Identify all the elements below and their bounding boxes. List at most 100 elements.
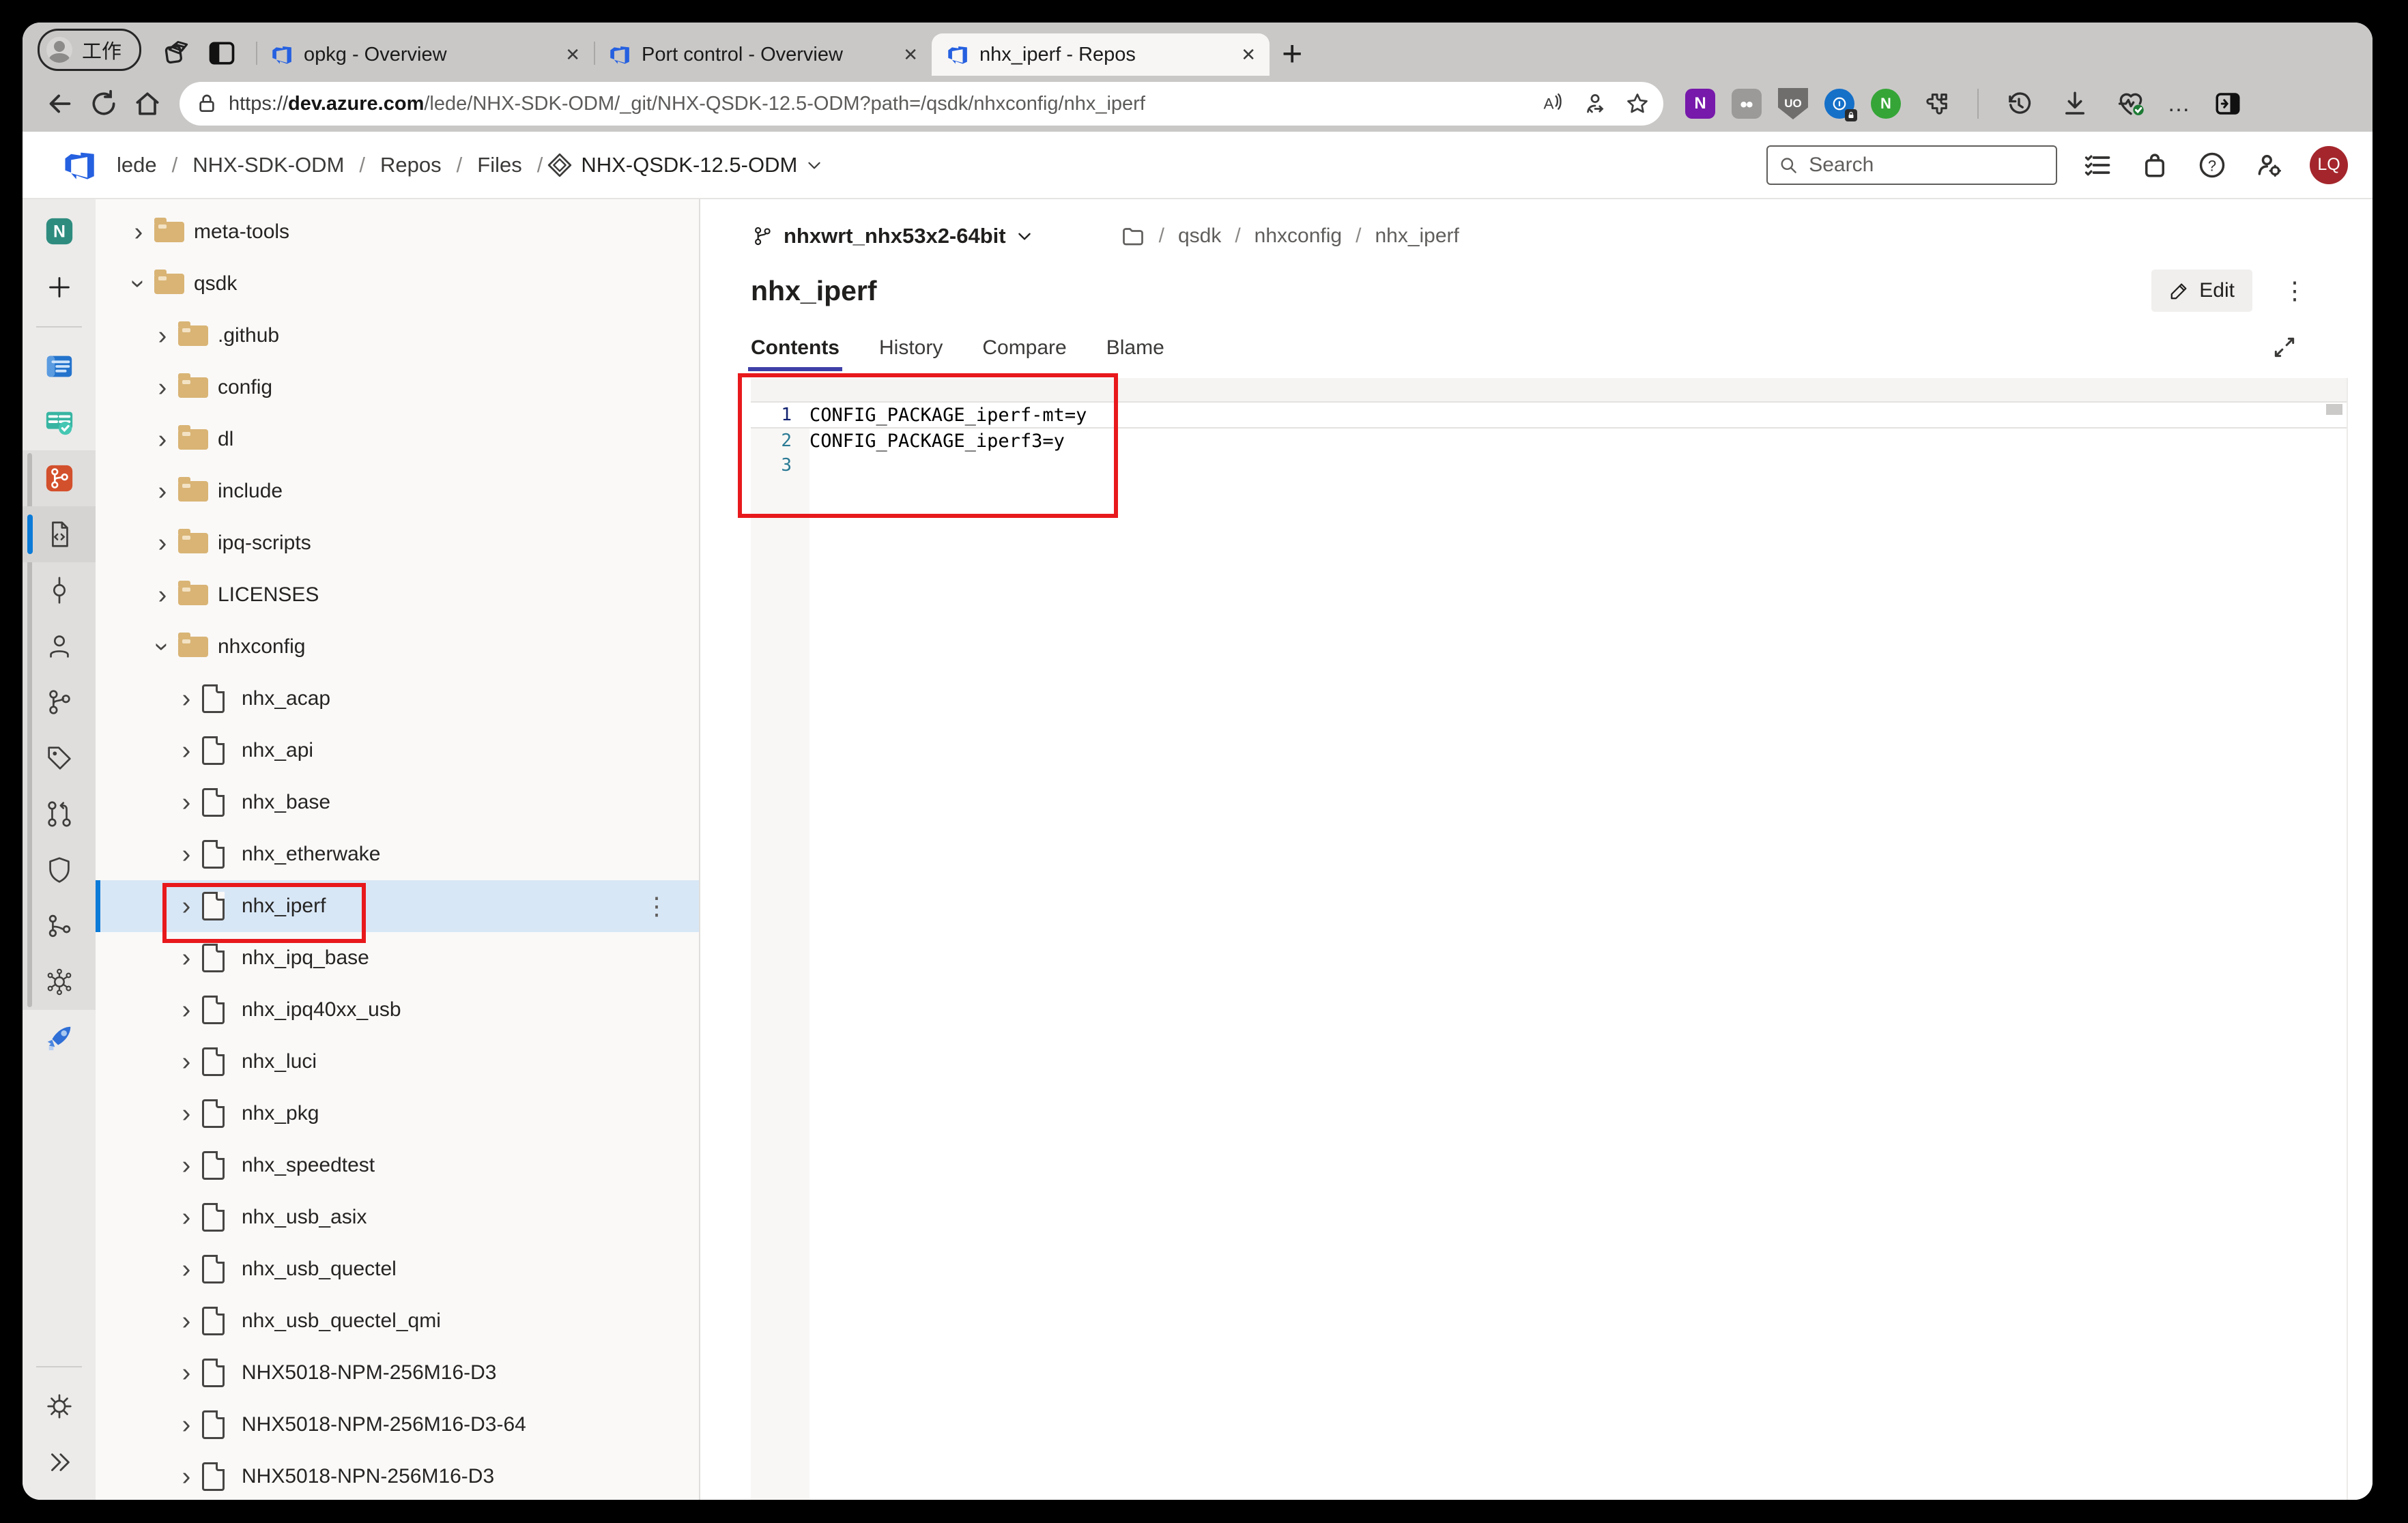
tree-item[interactable]: › nhx_base ⋮ (96, 777, 699, 828)
browser-profile-button[interactable]: 工作 (38, 29, 141, 71)
tree-chevron-icon[interactable]: › (171, 1049, 202, 1075)
tree-item[interactable]: › nhx_pkg ⋮ (96, 1088, 699, 1140)
tree-chevron-icon[interactable]: › (171, 1152, 202, 1178)
tree-chevron-icon[interactable]: › (147, 375, 178, 401)
tree-chevron-icon[interactable]: › (149, 631, 175, 663)
tree-item[interactable]: › nhxconfig ⋮ (96, 621, 699, 673)
read-aloud-icon[interactable]: A (1540, 91, 1565, 116)
tree-chevron-icon[interactable]: › (171, 738, 202, 764)
tree-item[interactable]: › nhx_usb_quectel_qmi ⋮ (96, 1295, 699, 1347)
browser-tab[interactable]: Port control - Overview ✕ (594, 33, 932, 76)
code-line[interactable]: 3 (751, 453, 2347, 478)
tree-chevron-icon[interactable]: › (147, 323, 178, 349)
address-bar[interactable]: https://dev.azure.com/lede/NHX-SDK-ODM/_… (180, 82, 1663, 126)
tree-item[interactable]: › ipq-scripts ⋮ (96, 517, 699, 569)
tree-item[interactable]: › nhx_ipq40xx_usb ⋮ (96, 984, 699, 1036)
tree-chevron-icon[interactable]: › (171, 841, 202, 867)
tab-close-icon[interactable]: ✕ (1241, 44, 1256, 66)
help-icon[interactable]: ? (2195, 148, 2229, 182)
tree-chevron-icon[interactable]: › (147, 530, 178, 556)
sidebar-expand-button[interactable] (23, 1434, 96, 1490)
tree-chevron-icon[interactable]: › (171, 1204, 202, 1230)
sidebar-item-pipelines[interactable] (23, 1010, 96, 1066)
browser-tab[interactable]: opkg - Overview ✕ (256, 33, 594, 76)
tree-chevron-icon[interactable]: › (171, 1101, 202, 1127)
tree-chevron-icon[interactable]: › (147, 478, 178, 504)
fullscreen-expand-icon[interactable] (2271, 334, 2297, 360)
file-more-options-icon[interactable]: ⋮ (2282, 276, 2307, 305)
edit-button[interactable]: Edit (2151, 270, 2252, 312)
tree-item[interactable]: › nhx_api ⋮ (96, 725, 699, 777)
browser-essentials-icon[interactable] (2111, 84, 2151, 124)
sidebar-project-avatar[interactable] (23, 203, 96, 259)
sidebar-item-repos-commits[interactable] (23, 562, 96, 618)
split-screen-icon[interactable] (2208, 84, 2248, 124)
tree-chevron-icon[interactable]: › (171, 686, 202, 712)
ublock-extension-icon[interactable]: UO (1778, 88, 1808, 119)
url-text[interactable]: https://dev.azure.com/lede/NHX-SDK-ODM/_… (229, 93, 1530, 115)
history-icon[interactable] (1999, 84, 2039, 124)
tree-item[interactable]: › LICENSES ⋮ (96, 569, 699, 621)
tree-chevron-icon[interactable]: › (147, 426, 178, 452)
onenote-extension-icon[interactable]: N (1685, 89, 1715, 119)
tree-item[interactable]: › include ⋮ (96, 465, 699, 517)
tab-close-icon[interactable]: ✕ (565, 44, 580, 66)
back-icon[interactable] (40, 84, 80, 124)
tree-item[interactable]: › nhx_acap ⋮ (96, 673, 699, 725)
new-tab-button[interactable]: + (1282, 36, 1302, 72)
settings-more-icon[interactable]: … (2167, 91, 2192, 117)
branch-selector[interactable]: nhxwrt_nhx53x2-64bit (751, 224, 1033, 248)
tree-chevron-icon[interactable]: › (171, 789, 202, 815)
breadcrumb-item[interactable]: NHX-SDK-ODM (192, 153, 344, 177)
search-input[interactable] (1807, 153, 2045, 177)
code-line[interactable]: 1 CONFIG_PACKAGE_iperf-mt=y (751, 401, 2347, 429)
tree-chevron-icon[interactable]: › (123, 219, 154, 245)
refresh-icon[interactable] (84, 84, 124, 124)
tree-item[interactable]: › NHX5018-NPM-256M16-D3 ⋮ (96, 1347, 699, 1399)
tree-chevron-icon[interactable]: › (171, 945, 202, 971)
sidebar-item-environments[interactable] (23, 954, 96, 1010)
sidebar-item-repos-forks[interactable] (23, 898, 96, 954)
tree-item[interactable]: › meta-tools ⋮ (96, 206, 699, 258)
repo-selector[interactable]: NHX-QSDK-12.5-ODM (547, 152, 823, 178)
tree-chevron-icon[interactable]: › (171, 1256, 202, 1282)
tree-item[interactable]: › .github ⋮ (96, 310, 699, 362)
tree-item[interactable]: › qsdk ⋮ (96, 258, 699, 310)
sidebar-item-repos-pushes[interactable] (23, 618, 96, 674)
workspaces-icon[interactable] (159, 35, 195, 71)
marketplace-bag-icon[interactable] (2138, 148, 2172, 182)
breadcrumb-item[interactable]: Repos (380, 153, 442, 177)
code-line[interactable]: 2 CONFIG_PACKAGE_iperf3=y (751, 429, 2347, 453)
tree-item-more-icon[interactable]: ⋮ (644, 892, 669, 920)
sidebar-item-repos[interactable] (23, 450, 96, 506)
sidebar-add-button[interactable] (23, 259, 96, 315)
sidebar-item-repos-branches[interactable] (23, 674, 96, 730)
breadcrumb-item[interactable]: Files (477, 153, 521, 177)
path-crumb[interactable]: nhxconfig (1255, 224, 1342, 248)
tree-chevron-icon[interactable]: › (147, 582, 178, 608)
tree-item[interactable]: › nhx_speedtest ⋮ (96, 1140, 699, 1191)
tree-chevron-icon[interactable]: › (171, 1464, 202, 1490)
tab-actions-menu-icon[interactable] (204, 35, 240, 71)
tree-chevron-icon[interactable]: › (171, 997, 202, 1023)
green-extension-icon[interactable]: N (1871, 89, 1901, 119)
tree-item[interactable]: › nhx_etherwake ⋮ (96, 828, 699, 880)
tree-item[interactable]: › NHX5018-NPN-256M16-D3 ⋮ (96, 1451, 699, 1500)
tree-item[interactable]: › nhx_usb_quectel ⋮ (96, 1243, 699, 1295)
path-crumb[interactable]: qsdk (1178, 224, 1221, 248)
extensions-puzzle-icon[interactable] (1917, 84, 1957, 124)
tree-item[interactable]: › dl ⋮ (96, 414, 699, 465)
home-icon[interactable] (128, 84, 167, 124)
tree-item[interactable]: › NHX5018-NPM-256M16-D3-64 ⋮ (96, 1399, 699, 1451)
profile-sync-icon[interactable] (1583, 91, 1607, 116)
sidebar-item-repos-files[interactable] (23, 506, 96, 562)
task-list-icon[interactable] (2080, 148, 2115, 182)
sidebar-item-advanced-security[interactable] (23, 842, 96, 898)
user-settings-icon[interactable] (2252, 148, 2287, 182)
folder-outline-icon[interactable] (1121, 224, 1145, 248)
breadcrumb-item[interactable]: lede (117, 153, 157, 177)
tree-item[interactable]: › config ⋮ (96, 362, 699, 414)
tree-item[interactable]: › nhx_iperf ⋮ (96, 880, 699, 932)
file-tab[interactable]: Contents (751, 336, 840, 360)
file-tab[interactable]: Compare (982, 336, 1066, 360)
